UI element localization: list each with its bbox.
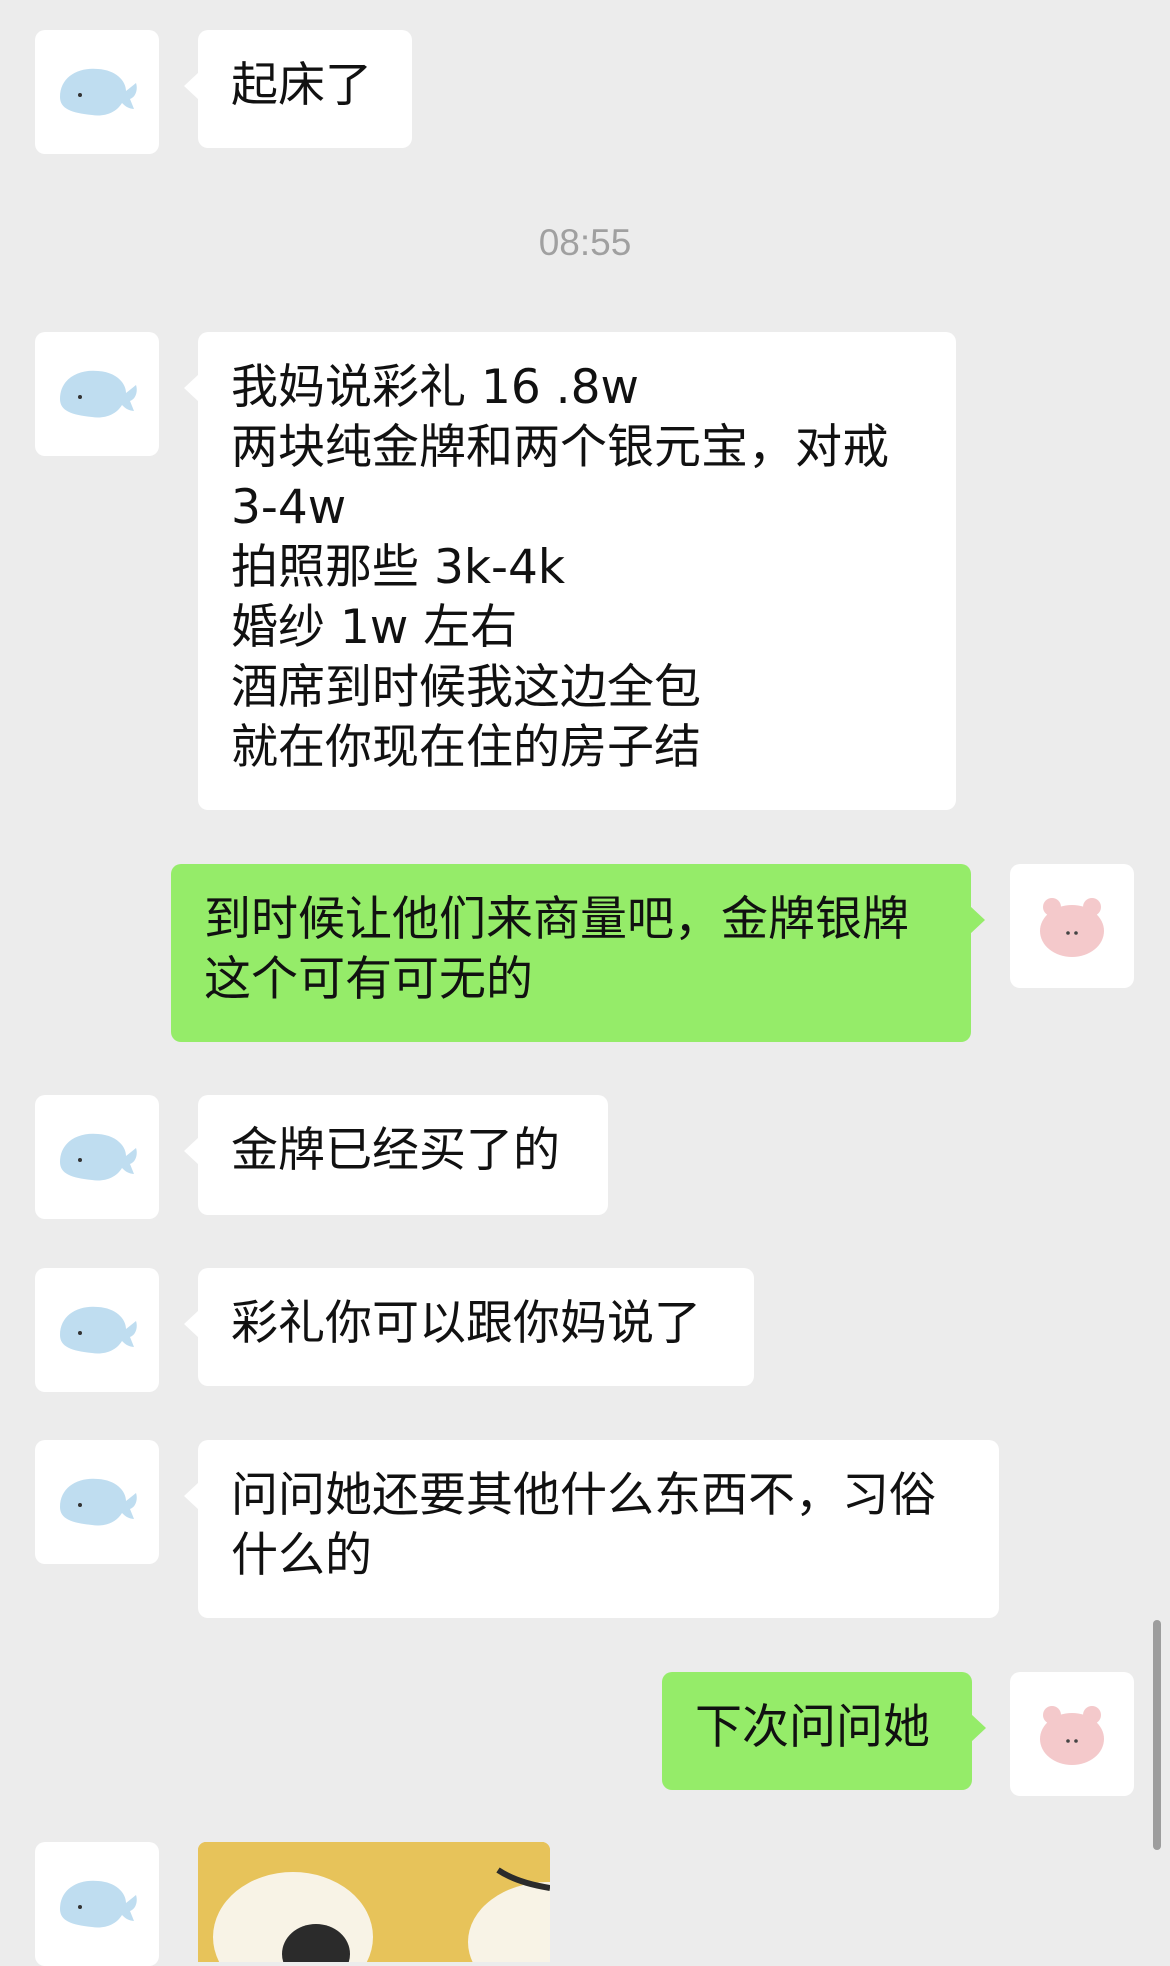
incoming-message-bubble[interactable]: 问问她还要其他什么东西不，习俗 什么的 [184, 1440, 999, 1618]
incoming-message-bubble[interactable]: 我妈说彩礼 16 .8w 两块纯金牌和两个银元宝，对戒 3-4w 拍照那些 3k… [184, 332, 956, 810]
whale-avatar-icon [60, 1306, 137, 1354]
contact-avatar[interactable] [35, 1095, 159, 1219]
whale-avatar-icon [60, 68, 137, 116]
incoming-message-bubble[interactable]: 彩礼你可以跟你妈说了 [184, 1268, 754, 1386]
outgoing-message-bubble[interactable]: 到时候让他们来商量吧，金牌银牌 这个可有可无的 [171, 864, 985, 1042]
contact-avatar[interactable] [35, 1842, 159, 1966]
whale-avatar-icon [60, 1478, 137, 1526]
incoming-message-bubble[interactable]: 起床了 [184, 30, 412, 148]
pink-bear-avatar-icon [1040, 1706, 1104, 1765]
contact-avatar[interactable] [35, 1268, 159, 1392]
scrollbar[interactable] [1153, 1620, 1161, 1850]
outgoing-message-bubble[interactable]: 下次问问她 [662, 1672, 986, 1790]
sticker-image-icon [198, 1842, 550, 1962]
chat-message-list[interactable]: 起床了 08:55 我妈说彩礼 16 .8w 两块纯金牌和两个银元宝，对戒 3-… [0, 0, 1170, 1966]
whale-avatar-icon [60, 1133, 137, 1181]
contact-avatar[interactable] [35, 1440, 159, 1564]
contact-avatar[interactable] [35, 332, 159, 456]
incoming-message-bubble[interactable]: 金牌已经买了的 [184, 1095, 608, 1215]
whale-avatar-icon [60, 370, 137, 418]
self-avatar[interactable] [1010, 864, 1134, 988]
message-timestamp: 08:55 [538, 222, 632, 263]
whale-avatar-icon [60, 1880, 137, 1928]
contact-avatar[interactable] [35, 30, 159, 154]
image-message[interactable] [198, 1842, 550, 1962]
pink-bear-avatar-icon [1040, 898, 1104, 957]
self-avatar[interactable] [1010, 1672, 1134, 1796]
